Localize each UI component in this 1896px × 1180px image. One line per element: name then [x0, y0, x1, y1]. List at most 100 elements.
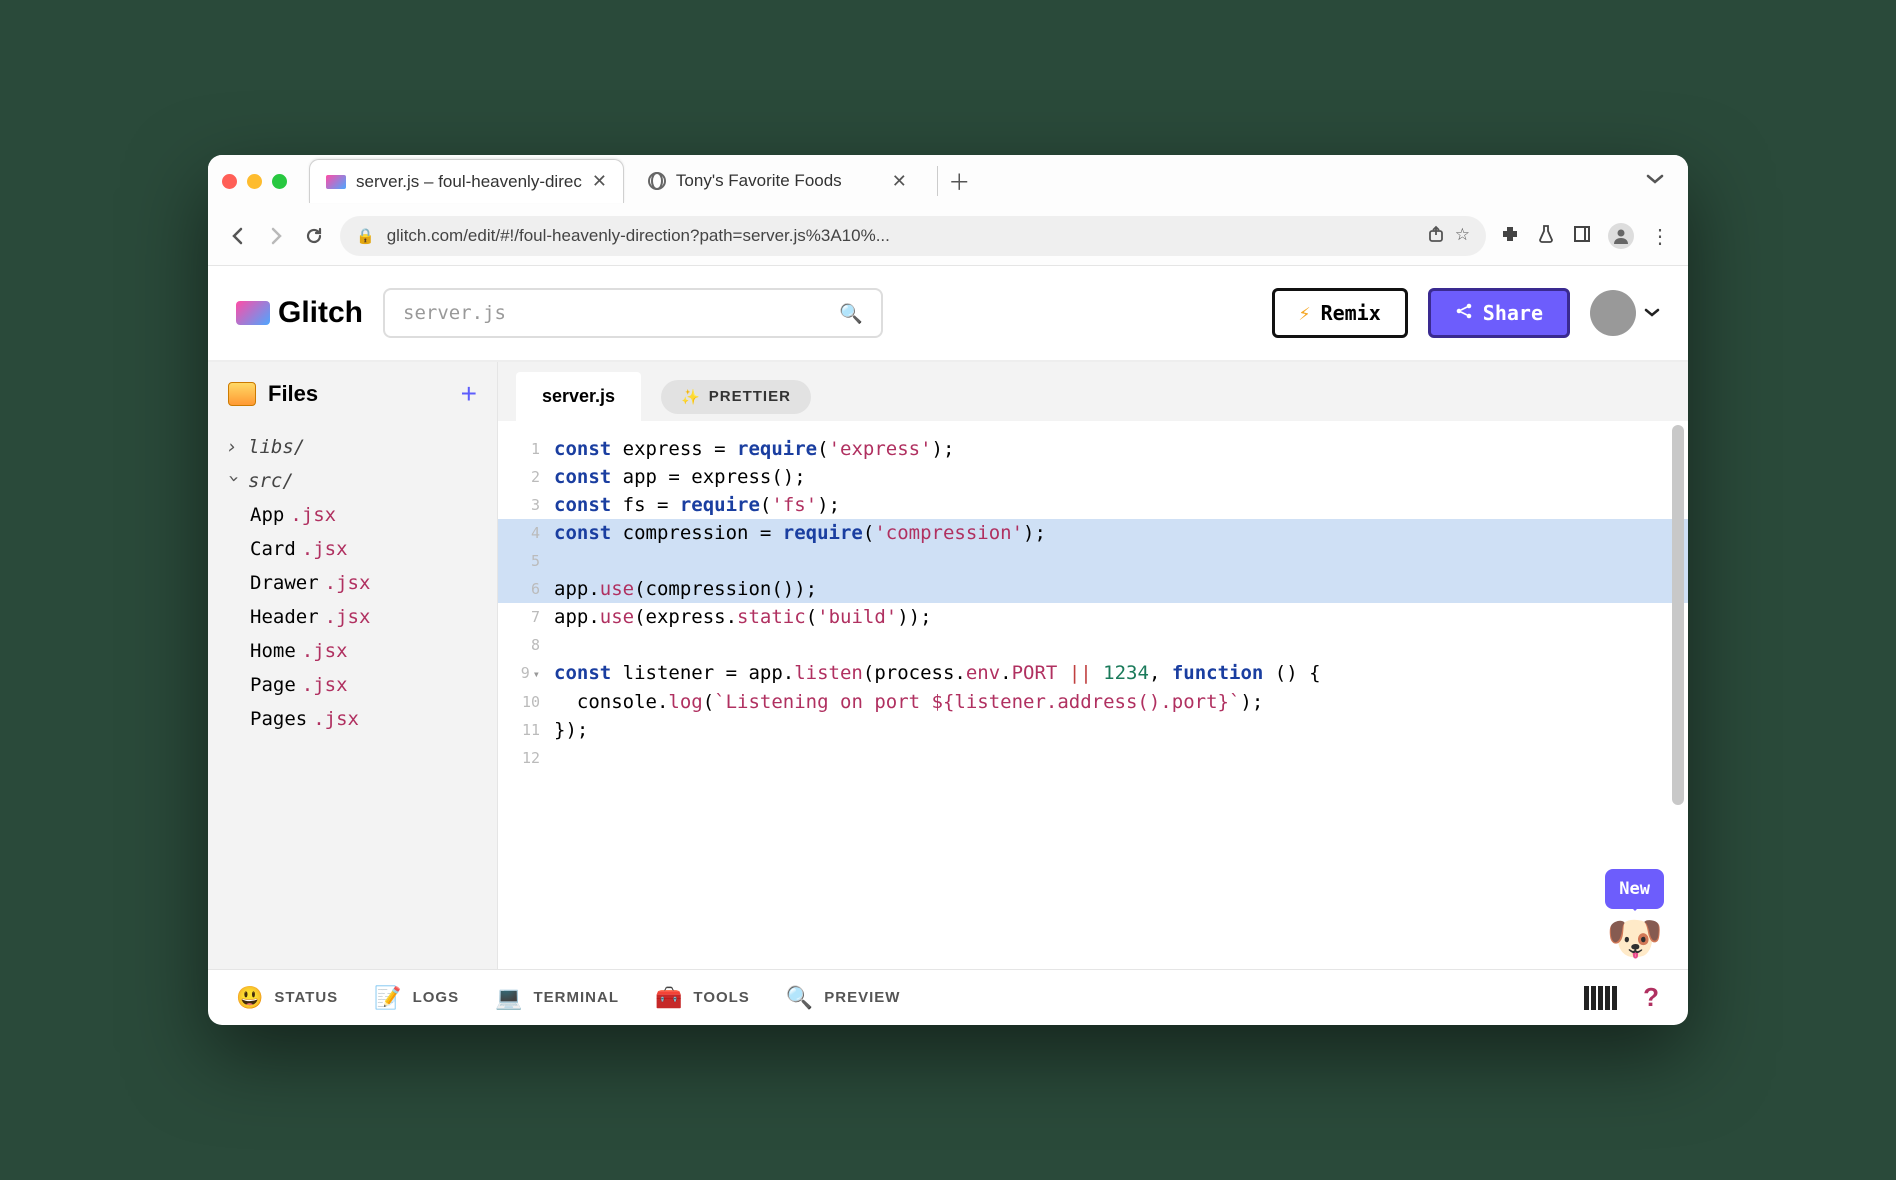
share-icon — [1455, 301, 1473, 325]
add-file-button[interactable]: + — [461, 378, 477, 410]
code-line[interactable]: 2const app = express(); — [498, 463, 1688, 491]
search-icon: 🔍 — [839, 302, 863, 325]
logs-button[interactable]: 📝LOGS — [374, 985, 459, 1011]
mascot[interactable]: New 🐶 — [1605, 869, 1664, 961]
globe-icon — [648, 172, 666, 190]
tabs-dropdown-icon[interactable] — [1646, 172, 1664, 190]
close-tab-icon[interactable]: ✕ — [592, 171, 607, 192]
glitch-logo-icon — [236, 301, 270, 325]
code-line[interactable]: 8 — [498, 631, 1688, 659]
file-item[interactable]: Drawer.jsx — [220, 566, 485, 600]
new-tab-button[interactable]: ＋ — [937, 166, 967, 196]
line-number: 7 — [498, 603, 554, 631]
extensions-icon[interactable] — [1500, 224, 1520, 249]
scrollbar[interactable] — [1672, 425, 1684, 805]
code-line[interactable]: 11}); — [498, 716, 1688, 744]
search-input[interactable]: server.js 🔍 — [383, 288, 883, 338]
file-item[interactable]: Home.jsx — [220, 634, 485, 668]
file-item[interactable]: Card.jsx — [220, 532, 485, 566]
prettier-label: PRETTIER — [709, 388, 791, 405]
toolbox-icon: 🧰 — [655, 985, 683, 1011]
folder-libs[interactable]: › libs/ — [220, 430, 485, 464]
file-item[interactable]: Page.jsx — [220, 668, 485, 702]
line-number: 11 — [498, 716, 554, 744]
avatar — [1590, 290, 1636, 336]
reader-icon[interactable] — [1572, 224, 1592, 249]
sparkle-icon: ✨ — [681, 388, 701, 406]
code-line[interactable]: 10 console.log(`Listening on port ${list… — [498, 688, 1688, 716]
tab-strip: server.js – foul-heavenly-direc ✕ Tony's… — [208, 155, 1688, 207]
editor-tabs: server.js ✨ PRETTIER — [498, 362, 1688, 421]
line-number: 5 — [498, 547, 554, 575]
glitch-logo[interactable]: Glitch — [236, 296, 363, 330]
dog-icon: 🐶 — [1605, 915, 1664, 961]
forward-button[interactable] — [264, 224, 288, 248]
url-text: glitch.com/edit/#!/foul-heavenly-directi… — [387, 226, 1415, 246]
code-line[interactable]: 7app.use(express.static('build')); — [498, 603, 1688, 631]
main-area: Files + › libs/ › src/ App.jsxCard.jsxDr… — [208, 362, 1688, 969]
piano-icon[interactable] — [1584, 986, 1619, 1010]
code-line[interactable]: 4const compression = require('compressio… — [498, 519, 1688, 547]
footer: 😃STATUS 📝LOGS 💻TERMINAL 🧰TOOLS 🔍PREVIEW … — [208, 969, 1688, 1025]
status-button[interactable]: 😃STATUS — [236, 985, 338, 1011]
line-number: 6 — [498, 575, 554, 603]
code-line[interactable]: 3const fs = require('fs'); — [498, 491, 1688, 519]
app-header: Glitch server.js 🔍 ⚡ Remix Share — [208, 266, 1688, 362]
lock-icon: 🔒 — [356, 227, 375, 245]
address-bar[interactable]: 🔒 glitch.com/edit/#!/foul-heavenly-direc… — [340, 216, 1486, 256]
terminal-button[interactable]: 💻TERMINAL — [495, 985, 619, 1011]
remix-button[interactable]: ⚡ Remix — [1272, 288, 1408, 338]
magnifier-icon: 🔍 — [786, 985, 814, 1011]
share-page-icon[interactable] — [1427, 225, 1445, 248]
menu-icon[interactable]: ⋮ — [1650, 224, 1670, 249]
file-item[interactable]: Header.jsx — [220, 600, 485, 634]
maximize-window-icon[interactable] — [272, 174, 287, 189]
minimize-window-icon[interactable] — [247, 174, 262, 189]
help-icon[interactable]: ? — [1643, 982, 1660, 1013]
notepad-icon: 📝 — [374, 985, 402, 1011]
code-line[interactable]: 1const express = require('express'); — [498, 435, 1688, 463]
laptop-icon: 💻 — [495, 985, 523, 1011]
profile-icon[interactable] — [1608, 223, 1634, 249]
tools-button[interactable]: 🧰TOOLS — [655, 985, 750, 1011]
smiley-icon: 😃 — [236, 985, 264, 1011]
line-number: 12 — [498, 744, 554, 772]
line-number: 2 — [498, 463, 554, 491]
browser-tab[interactable]: Tony's Favorite Foods ✕ — [632, 159, 923, 203]
bookmark-icon[interactable]: ☆ — [1455, 225, 1470, 248]
editor-pane: server.js ✨ PRETTIER 1const express = re… — [498, 362, 1688, 969]
file-item[interactable]: App.jsx — [220, 498, 485, 532]
code-line[interactable]: 6app.use(compression()); — [498, 575, 1688, 603]
code-line[interactable]: 9▾const listener = app.listen(process.en… — [498, 659, 1688, 688]
profile-menu[interactable] — [1590, 290, 1660, 336]
preview-button[interactable]: 🔍PREVIEW — [786, 985, 901, 1011]
prettier-button[interactable]: ✨ PRETTIER — [661, 380, 811, 414]
close-tab-icon[interactable]: ✕ — [892, 171, 907, 192]
folder-name: libs/ — [248, 436, 305, 458]
close-window-icon[interactable] — [222, 174, 237, 189]
reload-button[interactable] — [302, 224, 326, 248]
browser-toolbar: 🔒 glitch.com/edit/#!/foul-heavenly-direc… — [208, 207, 1688, 265]
tab-title: server.js – foul-heavenly-direc — [356, 172, 582, 192]
tab-title: Tony's Favorite Foods — [676, 171, 842, 191]
share-button[interactable]: Share — [1428, 288, 1570, 338]
line-number: 4 — [498, 519, 554, 547]
code-line[interactable]: 12 — [498, 744, 1688, 772]
file-item[interactable]: Pages.jsx — [220, 702, 485, 736]
labs-icon[interactable] — [1536, 224, 1556, 249]
files-title: Files — [268, 381, 318, 407]
code-line[interactable]: 5 — [498, 547, 1688, 575]
line-number: 8 — [498, 631, 554, 659]
share-label: Share — [1483, 301, 1543, 325]
folder-src[interactable]: › src/ — [220, 464, 485, 498]
back-button[interactable] — [226, 224, 250, 248]
code-editor[interactable]: 1const express = require('express');2con… — [498, 421, 1688, 969]
files-sidebar: Files + › libs/ › src/ App.jsxCard.jsxDr… — [208, 362, 498, 969]
line-number: 9▾ — [498, 659, 554, 688]
mascot-bubble: New — [1605, 869, 1664, 909]
browser-tab-active[interactable]: server.js – foul-heavenly-direc ✕ — [309, 159, 624, 203]
files-header: Files + — [208, 362, 497, 426]
files-drawer-icon — [228, 382, 256, 406]
editor-tab-active[interactable]: server.js — [516, 372, 641, 421]
folder-name: src/ — [248, 470, 294, 492]
